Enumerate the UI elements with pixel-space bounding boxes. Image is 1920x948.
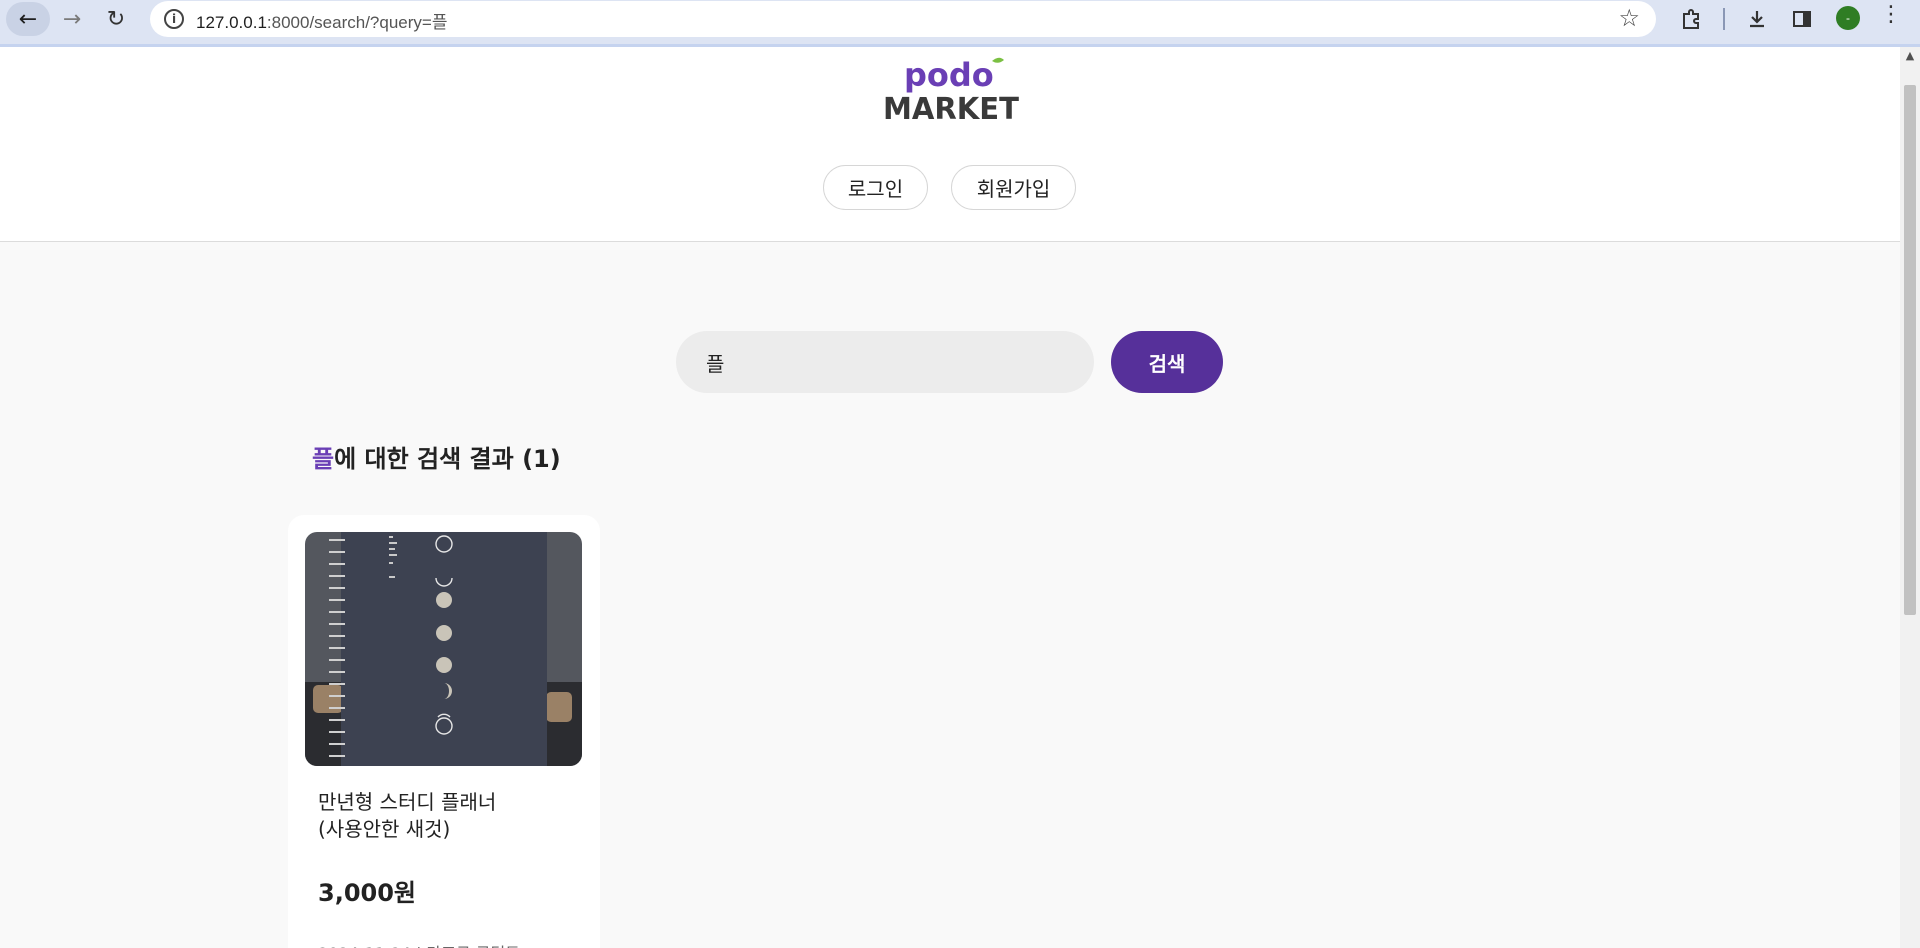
product-card[interactable]: 만년형 스터디 플래너 (사용안한 새것) 3,000원 2024-11-24 … [288, 515, 600, 948]
product-meta: 2024-11-24 | 마포구 공덕동 [318, 940, 520, 948]
reload-icon[interactable]: ↻ [94, 2, 138, 36]
browser-toolbar: ← → ↻ i 127.0.0.1:8000/search/?query=플 ☆… [0, 0, 1920, 47]
logo-podo-text: podo [904, 56, 994, 94]
product-title-line1: 만년형 스터디 플래너 [318, 790, 497, 814]
back-arrow-icon[interactable]: ← [6, 2, 50, 36]
product-title[interactable]: 만년형 스터디 플래너 (사용안한 새것) [318, 789, 578, 843]
product-image[interactable] [305, 532, 582, 766]
forward-arrow-icon[interactable]: → [50, 2, 94, 36]
page-viewport: podo MARKET 로그인 회원가입 검색 플에 대한 검색 결과 (1) [0, 47, 1900, 948]
site-header: podo MARKET 로그인 회원가입 [0, 47, 1900, 242]
logo-leaf [992, 57, 1004, 63]
toolbar-divider [1723, 8, 1725, 30]
result-query: 플 [312, 445, 335, 473]
signup-button[interactable]: 회원가입 [951, 165, 1076, 210]
scroll-thumb[interactable] [1904, 85, 1916, 615]
result-heading-suffix: 에 대한 검색 결과 (1) [334, 445, 561, 473]
podo-market-logo[interactable]: podo MARKET [876, 53, 1026, 123]
login-button[interactable]: 로그인 [823, 165, 928, 210]
side-panel-icon[interactable] [1784, 3, 1820, 35]
profile-avatar[interactable]: - [1836, 6, 1860, 30]
extensions-icon[interactable] [1673, 3, 1709, 35]
page-scrollbar[interactable]: ▲ [1900, 47, 1920, 948]
more-menu-icon[interactable]: ⋮ [1880, 2, 1902, 27]
logo-market-text: MARKET [883, 92, 1020, 123]
product-price: 3,000원 [318, 879, 416, 907]
search-input[interactable] [676, 331, 1094, 393]
url-text[interactable]: 127.0.0.1:8000/search/?query=플 [196, 8, 447, 33]
search-button[interactable]: 검색 [1111, 331, 1223, 393]
download-icon[interactable] [1739, 3, 1775, 35]
address-bar[interactable]: i 127.0.0.1:8000/search/?query=플 ☆ [150, 1, 1656, 37]
site-info-icon[interactable]: i [164, 9, 184, 29]
scroll-up-arrow-icon[interactable]: ▲ [1900, 49, 1920, 62]
bookmark-star-icon[interactable]: ☆ [1618, 4, 1640, 32]
search-result-heading: 플에 대한 검색 결과 (1) [312, 439, 561, 474]
product-title-line2: (사용안한 새것) [318, 817, 451, 841]
